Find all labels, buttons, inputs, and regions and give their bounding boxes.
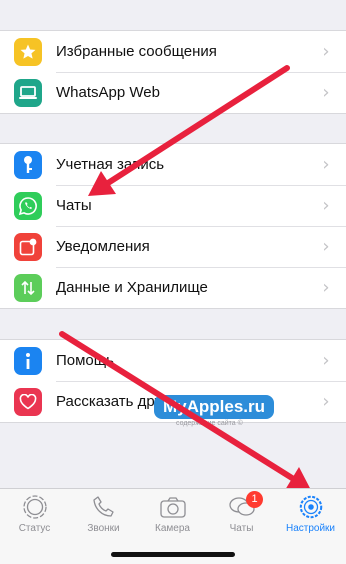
info-icon [14,346,42,375]
phone-icon [92,496,114,517]
tab-label: Статус [18,523,51,534]
tab-label: Звонки [87,523,120,534]
data-arrows-icon [14,273,42,302]
whatsapp-web-row[interactable]: WhatsApp Web › [0,72,346,113]
chevron-right-icon: › [322,82,330,103]
tab-label: Настройки [285,523,336,534]
tab-calls[interactable]: Звонки [69,494,138,534]
row-label: Учетная запись [56,156,165,173]
tab-bar: Статус Звонки Камера 1 Чаты Настройки [0,488,346,564]
laptop-icon [14,78,42,107]
tab-camera[interactable]: Камера [138,494,207,534]
heart-icon [14,387,42,416]
tab-settings[interactable]: Настройки [276,494,345,534]
chevron-right-icon: › [322,41,330,62]
notifications-row[interactable]: Уведомления › [0,226,346,267]
chats-row[interactable]: Чаты › [0,185,346,226]
row-label: Избранные сообщения [56,43,217,60]
settings-gear-icon [299,495,322,519]
tab-label: Камера [155,523,190,534]
tab-label: Чаты [229,523,254,534]
row-label: Помощь [56,352,114,369]
home-indicator [111,552,235,557]
account-row[interactable]: Учетная запись › [0,144,346,185]
row-label: Чаты [56,197,92,214]
status-icon [22,495,47,519]
key-icon [14,150,42,179]
watermark-logo: MyApples.ru [154,395,275,419]
settings-group-1: Избранные сообщения › WhatsApp Web › [0,30,346,114]
help-row[interactable]: Помощь › [0,340,346,381]
row-label: Уведомления [56,238,150,255]
starred-messages-row[interactable]: Избранные сообщения › [0,31,346,72]
star-icon [14,37,42,66]
chevron-right-icon: › [322,277,330,298]
data-storage-row[interactable]: Данные и Хранилище › [0,267,346,308]
row-label: WhatsApp Web [56,84,160,101]
chevron-right-icon: › [322,391,330,412]
chevron-right-icon: › [322,195,330,216]
camera-icon [159,497,186,518]
chevron-right-icon: › [322,350,330,371]
whatsapp-icon [14,191,42,220]
unread-badge: 1 [246,491,263,508]
tab-status[interactable]: Статус [0,494,69,534]
watermark-subtitle: содержание сайта © [176,420,243,427]
tab-chats[interactable]: 1 Чаты [207,491,276,534]
row-label: Данные и Хранилище [56,279,208,296]
notification-icon [14,232,42,261]
chevron-right-icon: › [322,236,330,257]
chevron-right-icon: › [322,154,330,175]
settings-group-2: Учетная запись › Чаты › Уведомления › Да… [0,143,346,309]
